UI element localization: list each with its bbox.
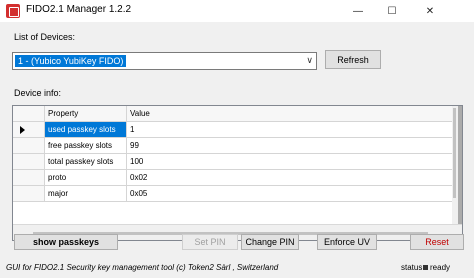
table-row[interactable]: major 0x05 — [13, 186, 458, 202]
row-header[interactable] — [13, 138, 45, 154]
value-cell[interactable]: 1 — [127, 122, 458, 138]
app-icon — [6, 4, 20, 18]
status-value: ready — [430, 263, 451, 272]
credit-text: GUI for FIDO2.1 Security key management … — [6, 263, 279, 272]
column-header-property[interactable]: Property — [45, 106, 127, 122]
column-header-value[interactable]: Value — [127, 106, 458, 122]
refresh-button[interactable]: Refresh — [325, 50, 381, 69]
device-combobox[interactable]: 1 - (Yubico YubiKey FIDO) ∨ — [12, 52, 317, 70]
status-label: status: — [401, 263, 425, 272]
table-row[interactable]: used passkey slots 1 — [13, 122, 458, 138]
property-cell[interactable]: free passkey slots — [45, 138, 127, 154]
property-cell[interactable]: major — [45, 186, 127, 202]
row-header[interactable] — [13, 186, 45, 202]
main-panel: List of Devices: 1 - (Yubico YubiKey FID… — [0, 22, 474, 278]
value-cell[interactable]: 0x05 — [127, 186, 458, 202]
device-info-grid[interactable]: Property Value used passkey slots 1 free… — [12, 105, 463, 241]
devices-label: List of Devices: — [14, 32, 76, 42]
property-cell[interactable]: proto — [45, 170, 127, 186]
property-cell[interactable]: total passkey slots — [45, 154, 127, 170]
minimize-button[interactable]: — — [342, 0, 374, 22]
enforce-uv-button[interactable]: Enforce UV — [317, 234, 377, 250]
grid-header-row: Property Value — [13, 106, 458, 122]
property-cell[interactable]: used passkey slots — [45, 122, 127, 138]
title-bar: FIDO2.1 Manager 1.2.2 — ☐ ✕ — [0, 0, 474, 22]
table-row[interactable]: proto 0x02 — [13, 170, 458, 186]
table-row[interactable]: total passkey slots 100 — [13, 154, 458, 170]
value-cell[interactable]: 100 — [127, 154, 458, 170]
row-header[interactable] — [13, 122, 45, 138]
vertical-scrollbar-thumb[interactable] — [453, 108, 456, 198]
set-pin-button[interactable]: Set PIN — [182, 234, 238, 250]
device-combobox-value: 1 - (Yubico YubiKey FIDO) — [15, 55, 127, 67]
change-pin-button[interactable]: Change PIN — [241, 234, 299, 250]
value-cell[interactable]: 0x02 — [127, 170, 458, 186]
current-row-icon — [20, 126, 25, 134]
maximize-button[interactable]: ☐ — [376, 0, 408, 22]
vertical-scrollbar[interactable] — [452, 106, 458, 224]
show-passkeys-button[interactable]: show passkeys — [14, 234, 118, 250]
grid-body: Property Value used passkey slots 1 free… — [13, 106, 458, 224]
table-row[interactable]: free passkey slots 99 — [13, 138, 458, 154]
status-bar: GUI for FIDO2.1 Security key management … — [0, 258, 474, 278]
row-header[interactable] — [13, 154, 45, 170]
value-cell[interactable]: 99 — [127, 138, 458, 154]
close-button[interactable]: ✕ — [414, 0, 446, 22]
row-header[interactable] — [13, 170, 45, 186]
chevron-down-icon[interactable]: ∨ — [306, 55, 313, 66]
reset-button[interactable]: Reset — [410, 234, 464, 250]
window-title: FIDO2.1 Manager 1.2.2 — [26, 4, 132, 15]
status-indicator-icon — [423, 265, 428, 270]
device-info-label: Device info: — [14, 88, 62, 98]
grid-corner-cell — [13, 106, 45, 122]
